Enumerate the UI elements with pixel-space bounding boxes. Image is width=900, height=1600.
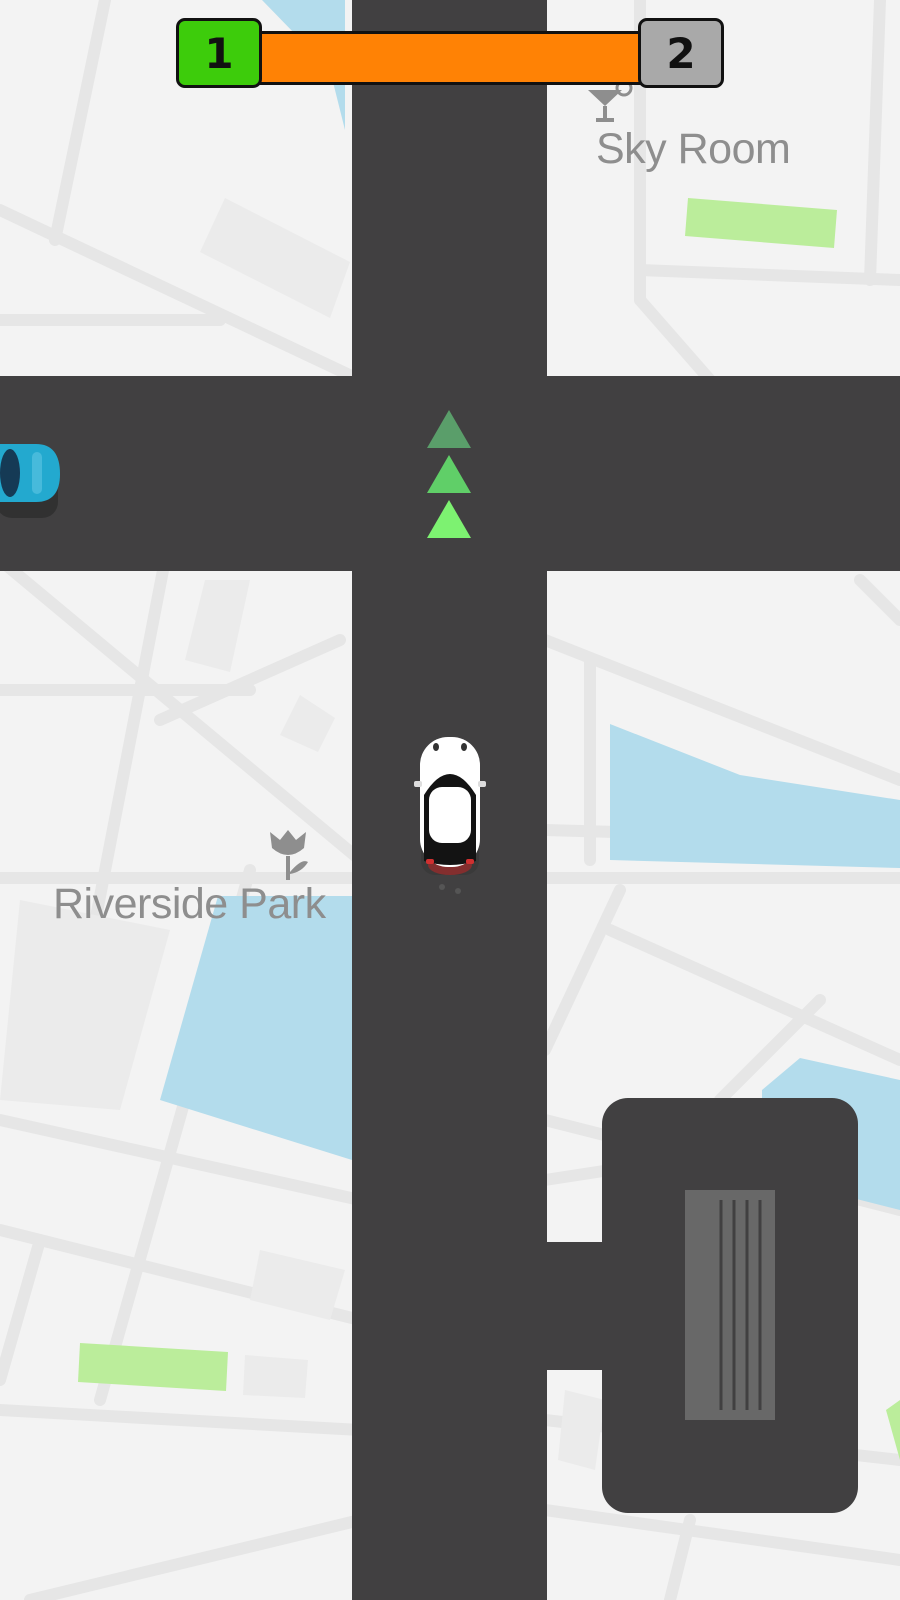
level-progress-bar: 1 2 <box>176 18 724 92</box>
direction-arrow-3 <box>427 500 471 538</box>
landmark-label-sky-room: Sky Room <box>596 125 791 173</box>
game-screen[interactable]: Sky Room Riverside Park 1 2 <box>0 0 900 1600</box>
tulip-icon <box>270 830 308 880</box>
landmark-label-riverside-park: Riverside Park <box>53 880 326 928</box>
progress-fill <box>256 31 644 85</box>
direction-arrows <box>427 410 471 538</box>
player-car <box>414 737 486 894</box>
current-level-badge: 1 <box>176 18 262 88</box>
next-level-badge: 2 <box>638 18 724 88</box>
parking-spot <box>685 1190 775 1420</box>
npc-car <box>0 444 60 518</box>
direction-arrow-2 <box>427 455 471 493</box>
direction-arrow-1 <box>427 410 471 448</box>
